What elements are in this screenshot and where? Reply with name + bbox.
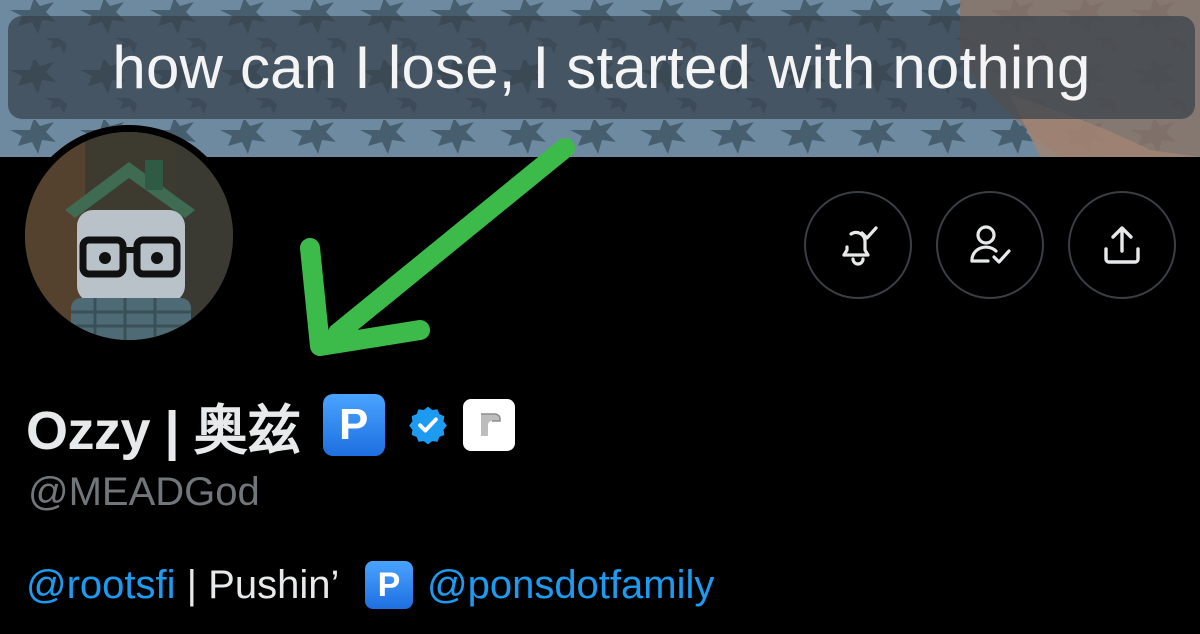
following-button[interactable] bbox=[936, 191, 1044, 299]
banner-caption-box: how can I lose, I started with nothing bbox=[8, 16, 1195, 119]
profile-page: how can I lose, I started with nothing O… bbox=[0, 0, 1200, 634]
display-name-row: Ozzy | 奥兹 P bbox=[26, 390, 515, 461]
affiliation-badge[interactable] bbox=[462, 399, 515, 451]
p-emoji-badge-small: P bbox=[364, 561, 413, 609]
user-handle: @MEADGod bbox=[28, 470, 260, 514]
affiliate-logo-icon bbox=[480, 413, 501, 436]
bio-mention-ponsdotfamily[interactable]: @ponsdotfamily bbox=[427, 563, 714, 608]
profile-bio: @rootsfi | Pushin’ P @ponsdotfamily bbox=[26, 558, 714, 612]
bio-text: | Pushin’ bbox=[175, 562, 349, 607]
profile-banner[interactable]: how can I lose, I started with nothing bbox=[0, 0, 1200, 157]
person-check-icon bbox=[970, 225, 1011, 264]
avatar[interactable] bbox=[18, 125, 240, 347]
bio-mention-rootsfi[interactable]: @rootsfi bbox=[26, 563, 176, 608]
avatar-image bbox=[25, 132, 233, 340]
display-name: Ozzy | 奥兹 bbox=[26, 400, 301, 461]
banner-caption: how can I lose, I started with nothing bbox=[112, 34, 1091, 101]
share-button[interactable] bbox=[1068, 191, 1176, 299]
bell-check-icon bbox=[842, 226, 878, 266]
share-icon bbox=[1104, 226, 1140, 264]
p-emoji-badge: P bbox=[322, 394, 385, 456]
notifications-button[interactable] bbox=[804, 191, 912, 299]
verified-badge-icon[interactable] bbox=[407, 404, 449, 446]
